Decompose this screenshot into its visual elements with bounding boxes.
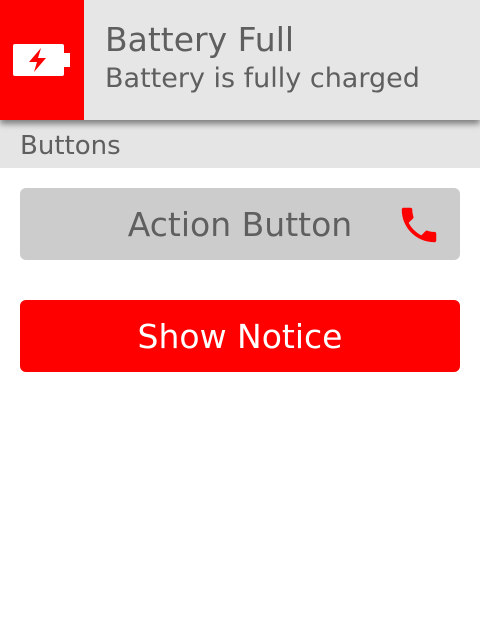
section-title: Buttons (20, 131, 121, 161)
notification-body: Battery is fully charged (105, 63, 420, 94)
notification-text: Battery Full Battery is fully charged (84, 0, 420, 120)
notification-icon-box (0, 0, 84, 120)
notification-banner[interactable]: Battery Full Battery is fully charged (0, 0, 480, 120)
show-notice-button-label: Show Notice (137, 316, 343, 356)
battery-charging-icon (13, 44, 70, 76)
action-button[interactable]: Action Button (20, 188, 460, 260)
phone-icon (401, 207, 437, 243)
show-notice-button[interactable]: Show Notice (20, 300, 460, 372)
app-screen: Buttons Battery Full Battery is fully ch… (0, 0, 480, 640)
action-button-label: Action Button (127, 204, 353, 244)
notification-title: Battery Full (105, 20, 295, 59)
